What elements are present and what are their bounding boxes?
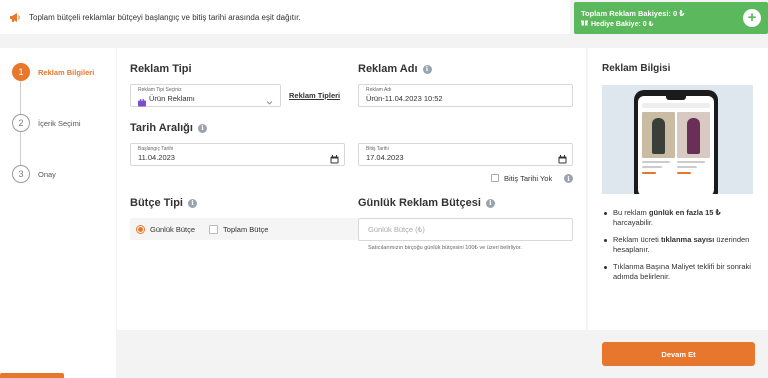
start-date-input[interactable]: Başlangıç Tarihi 11.04.2023 (130, 143, 345, 166)
ad-type-title-text: Reklam Tipi (130, 63, 192, 75)
ad-info-panel: Reklam Bilgisi Bu reklam günlük en fazla… (588, 48, 768, 330)
phone-screen (638, 96, 714, 194)
phone-mockup (634, 90, 718, 194)
info-bullet: Reklam ücreti tıklanma sayısı üzerinden … (602, 235, 758, 255)
start-date-value: 11.04.2023 (138, 153, 175, 162)
balance-box: Toplam Reklam Bakiyesi: 0 ₺ Hediye Bakiy… (574, 2, 768, 34)
stepper: 1 Reklam Bilgileri 2 İçerik Seçimi 3 Ona… (0, 48, 116, 378)
budget-type-options: Günlük Bütçe Toplam Bütçe (130, 218, 358, 240)
info-icon[interactable]: i (564, 174, 573, 183)
daily-budget-field[interactable] (358, 218, 573, 241)
calendar-icon[interactable] (330, 151, 339, 164)
daily-budget-title-text: Günlük Reklam Bütçesi (358, 197, 481, 209)
megaphone-icon (8, 10, 22, 24)
date-range-title-text: Tarih Aralığı (130, 122, 193, 134)
end-date-value: 17.04.2023 (366, 153, 404, 162)
step-label: İçerik Seçimi (38, 118, 81, 128)
ad-name-field-label: Reklam Adı (366, 87, 392, 93)
daily-budget-label[interactable]: Günlük Bütçe (150, 225, 195, 234)
step-connector (20, 132, 21, 165)
step-number: 3 (12, 165, 30, 183)
info-bullet: Tıklanma Başına Maliyet teklifi bir sonr… (602, 262, 758, 282)
ad-types-link[interactable]: Reklam Tipleri (289, 91, 340, 100)
ad-name-title-text: Reklam Adı (358, 63, 418, 75)
info-icon[interactable]: i (485, 198, 495, 208)
total-balance: Toplam Reklam Bakiyesi: 0 ₺ (581, 9, 685, 18)
step-reklam-bilgileri[interactable]: 1 Reklam Bilgileri (12, 63, 94, 81)
gift-balance: Hediye Bakiye: 0 ₺ (591, 20, 654, 28)
ad-type-select[interactable]: Reklam Tipi Seçiniz Ürün Reklamı (130, 84, 281, 107)
ad-form: Reklam Tipi Reklam Tipi Seçiniz Ürün Rek… (117, 48, 586, 330)
gift-icon (581, 19, 588, 28)
ad-info-title: Reklam Bilgisi (602, 63, 671, 74)
step-label: Reklam Bilgileri (38, 67, 95, 77)
total-budget-radio[interactable] (209, 224, 219, 234)
step-icerik-secimi[interactable]: 2 İçerik Seçimi (12, 114, 81, 132)
chevron-down-icon (266, 93, 273, 105)
add-balance-button[interactable]: + (743, 9, 761, 27)
step-onay[interactable]: 3 Onay (12, 165, 56, 183)
ad-name-input[interactable]: Reklam Adı Ürün-11.04.2023 10:52 (358, 84, 573, 107)
daily-budget-radio[interactable] (136, 224, 145, 234)
budget-type-title: Bütçe Tipi i (130, 197, 197, 209)
calendar-icon[interactable] (558, 151, 567, 164)
continue-button[interactable]: Devam Et (602, 342, 755, 366)
no-end-date-label: Bitiş Tarihi Yok (504, 174, 553, 183)
ad-type-field-label: Reklam Tipi Seçiniz (138, 87, 182, 93)
info-icon[interactable]: i (422, 64, 432, 74)
ad-info-bullets: Bu reklam günlük en fazla 15 ₺ harcayabi… (602, 208, 758, 289)
page-root: Toplam bütçeli reklamlar bütçeyi başlang… (0, 0, 768, 378)
step-label: Onay (38, 169, 56, 179)
info-icon[interactable]: i (187, 198, 197, 208)
info-icon[interactable]: i (197, 123, 207, 133)
info-bullet: Bu reklam günlük en fazla 15 ₺ harcayabi… (602, 208, 758, 228)
no-end-date-checkbox[interactable] (491, 174, 499, 182)
start-date-label: Başlangıç Tarihi (138, 146, 174, 152)
phone-preview-image (602, 85, 753, 194)
ad-type-title: Reklam Tipi (130, 63, 192, 75)
step-number: 1 (12, 63, 30, 81)
bottom-accent (0, 373, 64, 378)
daily-budget-title: Günlük Reklam Bütçesi i (358, 197, 495, 209)
ad-name-title: Reklam Adı i (358, 63, 432, 75)
gift-balance-row: Hediye Bakiye: 0 ₺ (581, 19, 653, 28)
ad-type-value: Ürün Reklamı (149, 94, 195, 103)
ad-name-value: Ürün-11.04.2023 10:52 (366, 94, 443, 103)
date-range-title: Tarih Aralığı i (130, 122, 207, 134)
info-bar: Toplam bütçeli reklamlar bütçeyi başlang… (0, 0, 570, 34)
info-bar-text: Toplam bütçeli reklamlar bütçeyi başlang… (29, 12, 301, 22)
budget-helper-text: Satıcılarımızın birçoğu günlük bütçesini… (368, 245, 522, 251)
daily-budget-input[interactable] (359, 219, 572, 240)
budget-type-title-text: Bütçe Tipi (130, 197, 183, 209)
end-date-label: Bitiş Tarihi (366, 146, 389, 152)
end-date-input[interactable]: Bitiş Tarihi 17.04.2023 (358, 143, 573, 166)
step-number: 2 (12, 114, 30, 132)
step-connector (20, 81, 21, 114)
ad-type-icon (138, 94, 146, 107)
total-budget-label[interactable]: Toplam Bütçe (223, 225, 268, 234)
